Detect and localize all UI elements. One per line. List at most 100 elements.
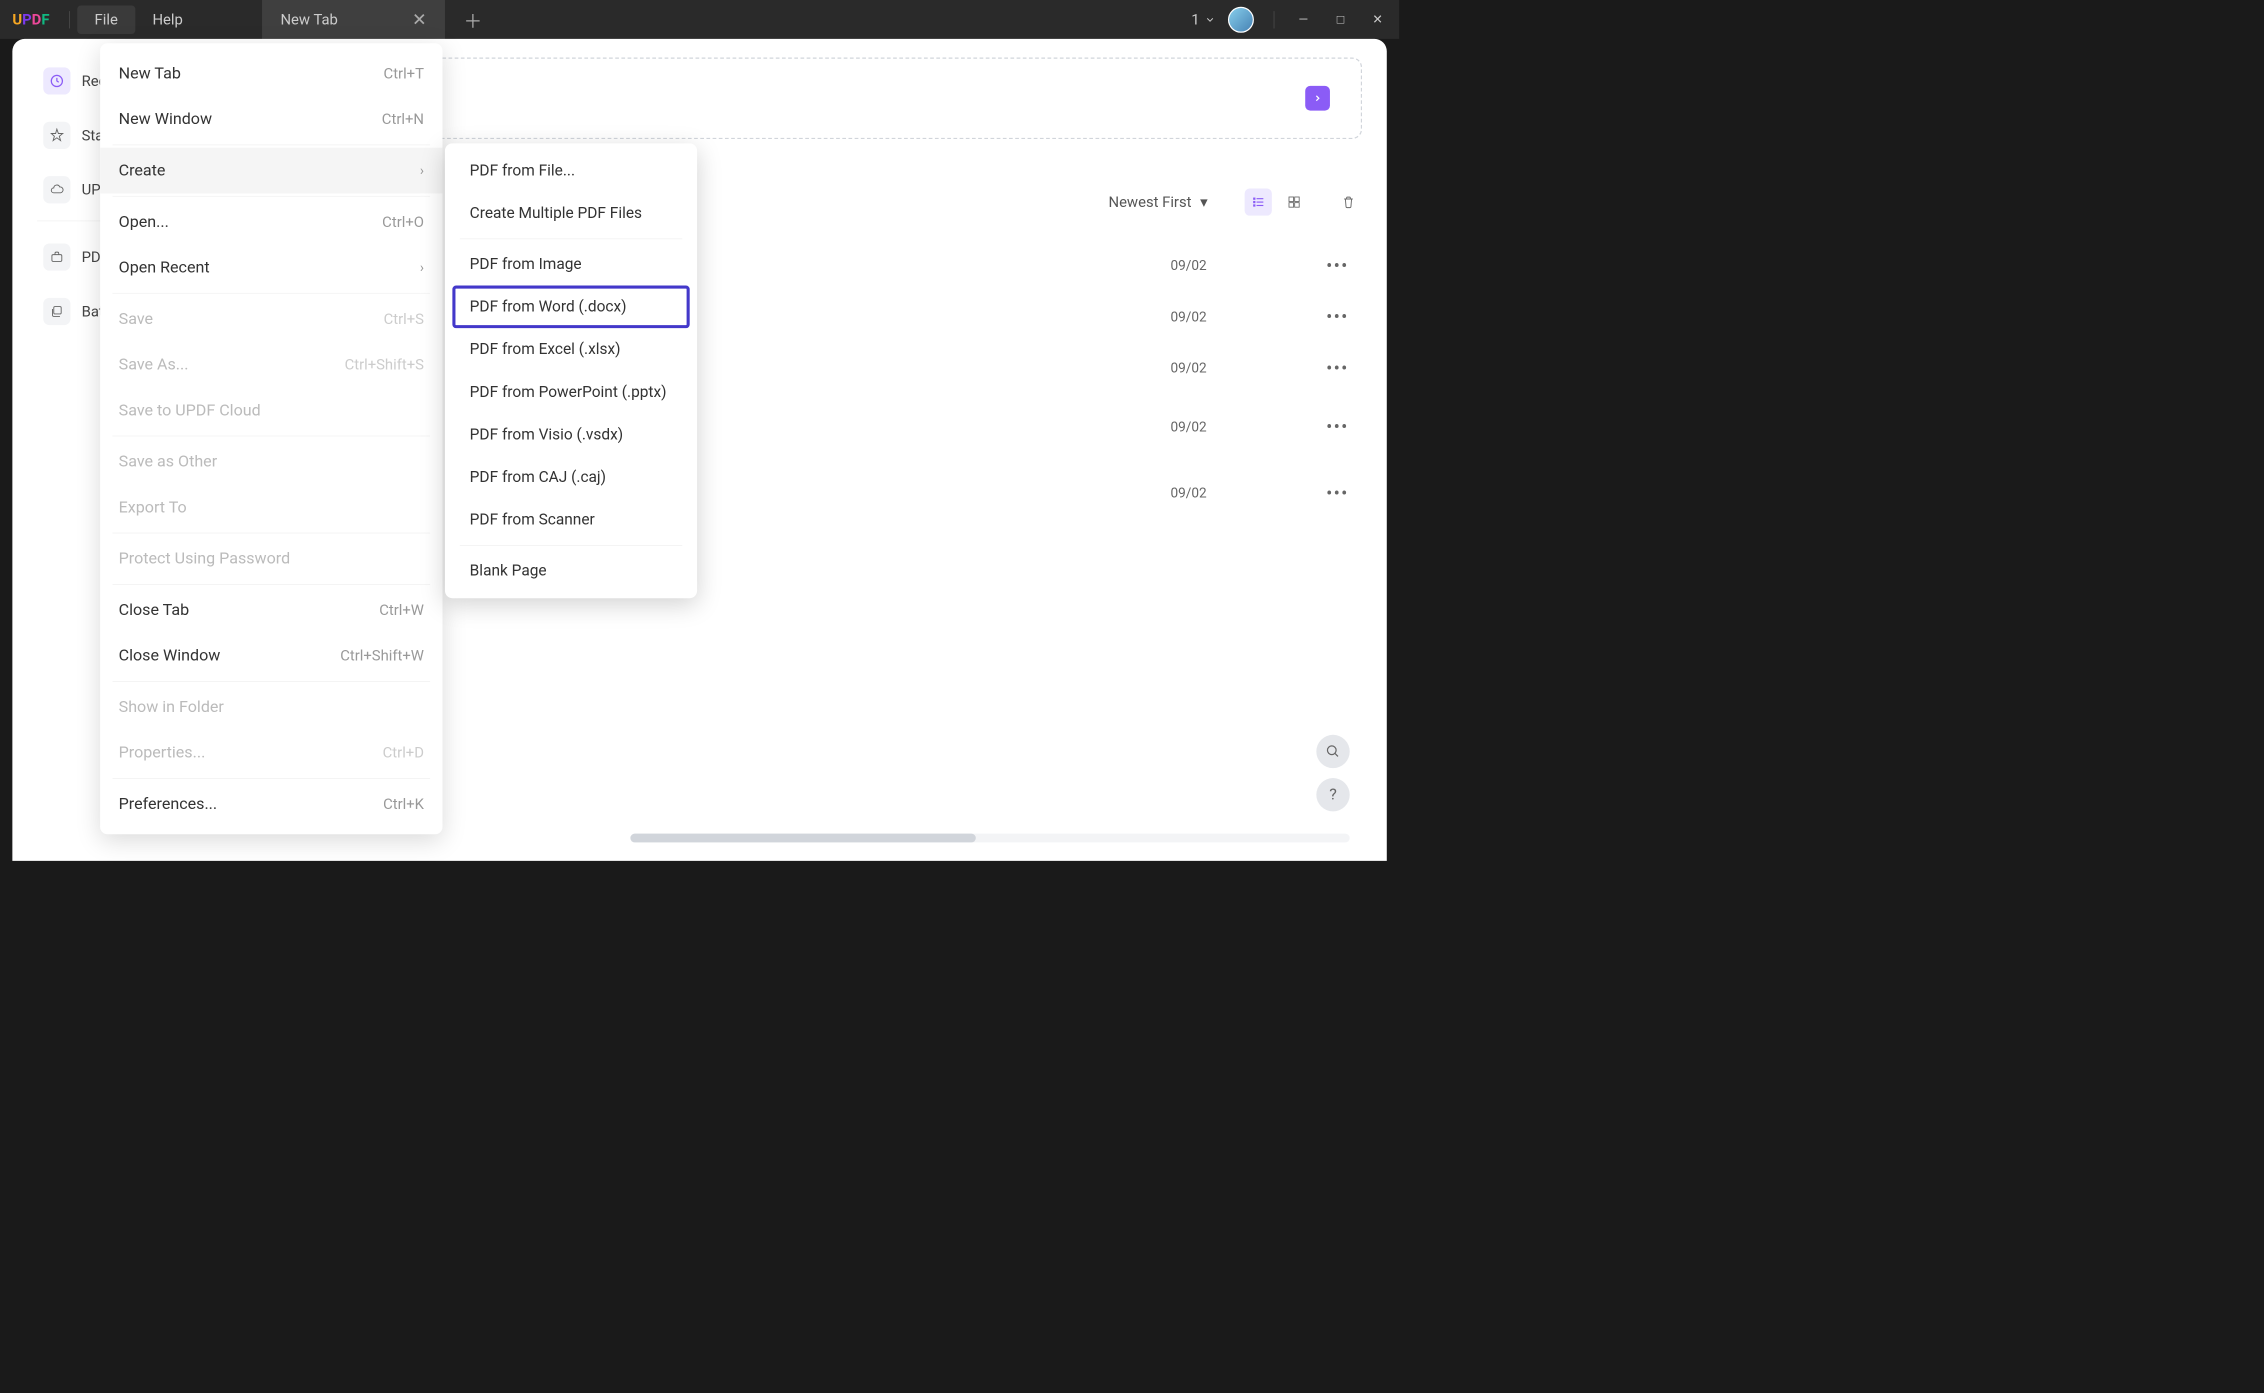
list-view-button[interactable]	[1245, 188, 1272, 215]
separator	[112, 681, 430, 682]
menu-file[interactable]: File	[77, 5, 135, 33]
menu-save-cloud: Save to UPDF Cloud	[100, 387, 442, 433]
menu-close-window[interactable]: Close Window Ctrl+Shift+W	[100, 633, 442, 679]
briefcase-icon	[43, 243, 70, 270]
menu-open-recent[interactable]: Open Recent ›	[100, 245, 442, 291]
add-tab-button[interactable]: ＋	[464, 6, 483, 33]
cloud-icon	[43, 176, 70, 203]
trash-button[interactable]	[1335, 188, 1362, 215]
menu-label: Open Recent	[119, 258, 210, 277]
tab-area: New Tab ✕ ＋	[262, 0, 482, 39]
submenu-from-word[interactable]: PDF from Word (.docx)	[452, 286, 689, 329]
submenu-blank[interactable]: Blank Page	[452, 549, 689, 592]
menu-help[interactable]: Help	[135, 5, 200, 33]
submenu-from-excel[interactable]: PDF from Excel (.xlsx)	[452, 328, 689, 371]
help-button[interactable]: ?	[1316, 778, 1349, 811]
submenu-from-ppt[interactable]: PDF from PowerPoint (.pptx)	[452, 371, 689, 414]
menu-close-tab[interactable]: Close Tab Ctrl+W	[100, 587, 442, 633]
trash-icon	[1341, 195, 1356, 210]
avatar[interactable]	[1228, 6, 1254, 32]
tab-label: New Tab	[280, 11, 337, 28]
menu-export-to: Export To	[100, 485, 442, 531]
stack-icon	[43, 298, 70, 325]
menu-shortcut: Ctrl+T	[384, 65, 424, 82]
menu-create[interactable]: Create ›	[100, 148, 442, 194]
menu-preferences[interactable]: Preferences... Ctrl+K	[100, 781, 442, 827]
window-controls: — □ ✕	[1294, 12, 1387, 27]
scrollbar-thumb[interactable]	[630, 834, 975, 843]
grid-icon	[1287, 195, 1301, 209]
menu-label: Properties...	[119, 743, 206, 762]
menu-shortcut: Ctrl+N	[382, 111, 424, 128]
list-icon	[1251, 195, 1265, 209]
file-menu: New Tab Ctrl+T New Window Ctrl+N Create …	[100, 43, 442, 834]
separator	[112, 436, 430, 437]
expand-button[interactable]	[1305, 86, 1330, 111]
menu-label: Export To	[119, 498, 187, 517]
more-button[interactable]: •••	[1319, 255, 1356, 277]
maximize-button[interactable]: □	[1331, 12, 1350, 27]
search-button[interactable]	[1316, 735, 1349, 768]
menu-open[interactable]: Open... Ctrl+O	[100, 199, 442, 245]
menu-shortcut: Ctrl+O	[382, 213, 424, 230]
submenu-from-image[interactable]: PDF from Image	[452, 243, 689, 286]
menu-label: Show in Folder	[119, 698, 224, 717]
menu-new-tab[interactable]: New Tab Ctrl+T	[100, 51, 442, 97]
minimize-button[interactable]: —	[1294, 12, 1313, 27]
menu-label: Save to UPDF Cloud	[119, 401, 261, 420]
tab-new[interactable]: New Tab ✕	[262, 0, 445, 39]
close-button[interactable]: ✕	[1368, 12, 1387, 27]
app-logo: UPDF	[0, 0, 62, 39]
menu-label: Open...	[119, 213, 169, 232]
separator	[112, 145, 430, 146]
dropdown-icon: ▾	[1200, 193, 1207, 210]
menu-protect: Protect Using Password	[100, 536, 442, 582]
menu-save: Save Ctrl+S	[100, 296, 442, 342]
menu-shortcut: Ctrl+D	[383, 744, 424, 761]
trial-count: 1	[1191, 11, 1199, 28]
file-date: 09/02	[1170, 361, 1294, 376]
menu-label: Preferences...	[119, 795, 218, 814]
search-icon	[1326, 744, 1341, 759]
divider	[69, 11, 70, 28]
menu-label: Save	[119, 310, 153, 329]
menu-show-in-folder: Show in Folder	[100, 684, 442, 730]
grid-view-button[interactable]	[1280, 188, 1307, 215]
separator	[112, 293, 430, 294]
menu-label: New Window	[119, 110, 212, 129]
file-date: 09/02	[1170, 486, 1294, 501]
more-button[interactable]: •••	[1319, 358, 1356, 380]
more-button[interactable]: •••	[1319, 483, 1356, 505]
menu-label: Close Tab	[119, 601, 189, 620]
submenu-from-scanner[interactable]: PDF from Scanner	[452, 499, 689, 542]
sort-dropdown[interactable]: Newest First ▾	[1108, 193, 1207, 210]
more-button[interactable]: •••	[1319, 417, 1356, 439]
separator	[460, 239, 682, 240]
menubar: File Help	[77, 5, 200, 33]
menu-label: Create	[119, 161, 166, 180]
file-date: 09/02	[1170, 310, 1294, 325]
menu-shortcut: Ctrl+Shift+W	[340, 647, 424, 664]
submenu-multiple[interactable]: Create Multiple PDF Files	[452, 192, 689, 235]
view-toggle	[1245, 188, 1308, 215]
trial-badge[interactable]: 1	[1191, 11, 1215, 28]
separator	[112, 533, 430, 534]
menu-label: Save As...	[119, 355, 189, 374]
chevron-right-icon: ›	[420, 260, 424, 275]
menu-shortcut: Ctrl+Shift+S	[345, 356, 424, 373]
scrollbar[interactable]	[630, 834, 1349, 843]
menu-new-window[interactable]: New Window Ctrl+N	[100, 96, 442, 142]
separator	[112, 196, 430, 197]
close-icon[interactable]: ✕	[412, 9, 427, 29]
clock-icon	[43, 67, 70, 94]
sort-label: Newest First	[1108, 193, 1191, 210]
submenu-from-visio[interactable]: PDF from Visio (.vsdx)	[452, 413, 689, 456]
submenu-from-caj[interactable]: PDF from CAJ (.caj)	[452, 456, 689, 499]
menu-label: Save as Other	[119, 452, 218, 471]
titlebar-right: 1 — □ ✕	[1191, 6, 1399, 32]
submenu-from-file[interactable]: PDF from File...	[452, 150, 689, 193]
chevron-down-icon	[1204, 14, 1215, 25]
menu-label: Close Window	[119, 646, 221, 665]
file-date: 09/02	[1170, 420, 1294, 435]
more-button[interactable]: •••	[1319, 307, 1356, 329]
